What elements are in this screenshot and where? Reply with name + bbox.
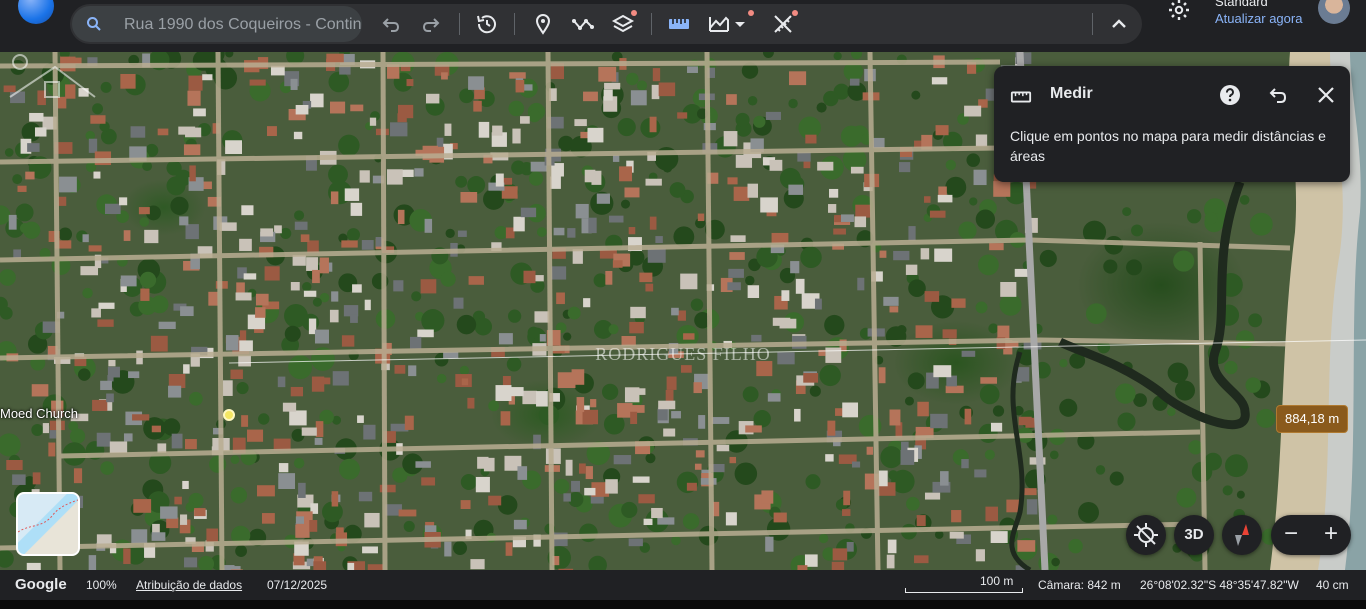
minimap-coastline <box>18 499 78 533</box>
measure-panel: Medir Clique em pontos no mapa para medi… <box>994 66 1350 182</box>
undo-icon[interactable] <box>1266 83 1290 107</box>
toolbar-separator <box>651 13 652 35</box>
toolbar-separator <box>514 13 515 35</box>
ruler-icon[interactable] <box>667 12 691 36</box>
notification-dot <box>631 10 637 16</box>
measure-title: Medir <box>1050 85 1093 102</box>
avatar[interactable] <box>1318 0 1350 24</box>
path-icon[interactable] <box>571 12 595 36</box>
place-label[interactable]: Moed Church <box>0 406 78 421</box>
google-earth-logo[interactable] <box>18 0 54 24</box>
distance-badge: 884,18 m <box>1276 405 1349 433</box>
measure-start-point[interactable] <box>223 409 235 421</box>
search-icon <box>87 17 101 31</box>
minimap[interactable] <box>16 492 80 556</box>
place-marker-icon[interactable] <box>531 12 555 36</box>
compass-icon <box>1235 524 1249 546</box>
zoom-out-button[interactable]: − <box>1271 515 1311 555</box>
measure-instructions: Clique em pontos no mapa para medir dist… <box>1010 128 1326 164</box>
redo-icon[interactable] <box>419 12 443 36</box>
notification-dot <box>748 10 754 16</box>
top-toolbar: Standard Atualizar agora <box>0 0 1366 52</box>
close-icon[interactable] <box>1314 83 1338 107</box>
elevation: 40 cm <box>1316 578 1349 592</box>
search-box[interactable] <box>72 6 362 42</box>
os-taskbar <box>0 600 1366 609</box>
layers-icon[interactable] <box>611 12 635 36</box>
ruler-icon <box>1010 91 1032 103</box>
coordinates: 26°08'02.32"S 48°35'47.82"W <box>1140 578 1299 592</box>
chevron-up-icon[interactable] <box>1107 12 1131 36</box>
compass-button[interactable] <box>1222 515 1262 555</box>
history-icon[interactable] <box>475 12 499 36</box>
toolbar-separator <box>1092 13 1093 35</box>
search-input[interactable] <box>122 6 362 42</box>
location-off-icon <box>1134 523 1158 547</box>
zoom-control: − + <box>1271 515 1351 555</box>
zoom-level: 100% <box>86 578 117 592</box>
zoom-in-button[interactable]: + <box>1311 515 1351 555</box>
undo-icon[interactable] <box>379 12 403 36</box>
data-attribution-link[interactable]: Atribuição de dados <box>136 578 242 592</box>
measure-tool-icon[interactable] <box>771 12 795 36</box>
scale-label: 100 m <box>980 574 1014 588</box>
orientation-button[interactable] <box>1126 515 1166 555</box>
help-icon[interactable] <box>1218 83 1242 107</box>
status-bar: Google 100% Atribuição de dados 07/12/20… <box>0 570 1366 600</box>
toolbar-separator <box>459 13 460 35</box>
view-3d-button[interactable]: 3D <box>1174 515 1214 555</box>
google-wordmark: Google <box>15 576 67 593</box>
watermark-text: RODRIGUES FILHO <box>595 344 771 364</box>
elevation-icon[interactable] <box>707 12 731 36</box>
scale-bar <box>905 588 1023 593</box>
imagery-date: 07/12/2025 <box>267 578 328 592</box>
gear-icon[interactable] <box>1167 0 1191 22</box>
sync-link[interactable]: Atualizar agora <box>1215 11 1302 26</box>
notification-dot <box>792 10 798 16</box>
camera-altitude: Câmara: 842 m <box>1038 578 1121 592</box>
watermark-house-icon <box>9 54 96 98</box>
map-style-label: Standard <box>1215 0 1268 9</box>
chevron-down-icon[interactable] <box>733 12 747 36</box>
